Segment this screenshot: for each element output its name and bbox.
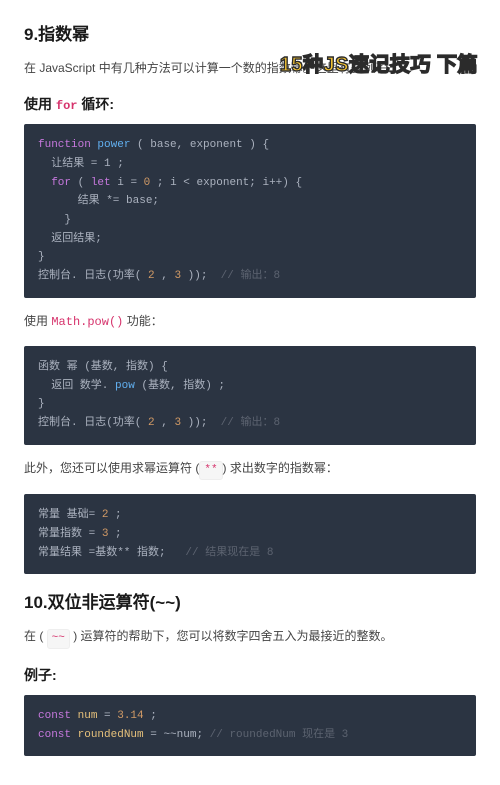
subheading-example: 例子: [24,665,476,685]
subheading-for-loop: 使用 for 循环: [24,94,476,114]
code-block-for-loop: function power ( base, exponent ) { 让结果 … [24,124,476,298]
section-9-heading: 9.指数幂 [24,20,476,45]
section-10-heading: 10.双位非运算符(~~) [24,588,476,613]
math-pow-line: 使用 Math.pow() 功能： [24,312,476,332]
tilde-operator-pill: ~~ [47,629,70,649]
section-10-intro: 在 ( ~~ ) 运算符的帮助下，您可以将数字四舍五入为最接近的整数。 [24,627,476,649]
code-block-tilde: const num = 3.14 ; const roundedNum = ~~… [24,695,476,756]
exp-operator-pill: ** [199,461,222,481]
overlay-title: 15种JS速记技巧 下篇 [280,48,478,77]
for-keyword: for [56,99,78,113]
math-pow-fn: Math.pow() [51,315,123,329]
code-block-exp-op: 常量 基础= 2 ; 常量指数 = 3 ; 常量结果 =基数** 指数; // … [24,494,476,574]
code-block-math-pow: 函数 幂 (基数, 指数) { 返回 数学. pow (基数, 指数) ; } … [24,346,476,445]
exp-op-line: 此外，您还可以使用求幂运算符 (**) 求出数字的指数幂： [24,459,476,481]
